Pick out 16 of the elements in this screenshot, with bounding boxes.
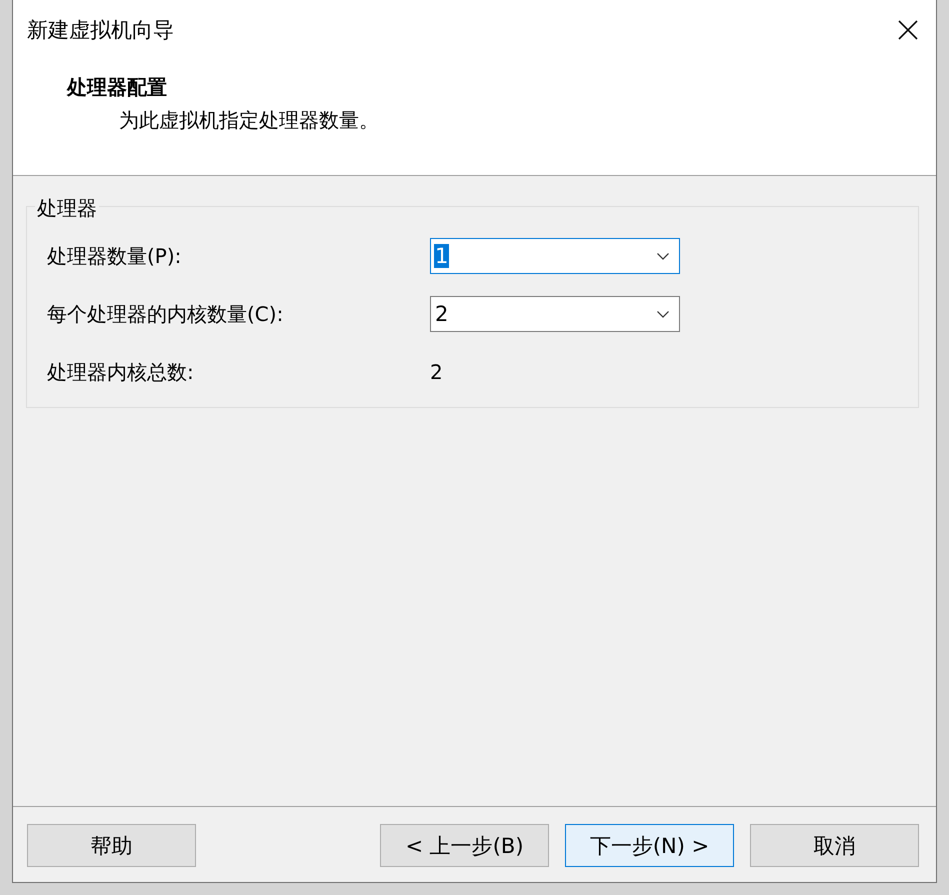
dropdown[interactable]: 1 — [430, 238, 680, 274]
chevron-icon — [657, 252, 669, 260]
dialog-button[interactable]: 帮助 — [27, 824, 196, 867]
dropdown[interactable]: 2 — [430, 296, 680, 332]
close-icon — [898, 20, 918, 40]
field-value: 2 — [430, 360, 443, 384]
field-label: 处理器数量(P): — [47, 242, 182, 270]
dialog-button[interactable]: 取消 — [750, 824, 919, 867]
dialog-button[interactable]: < 上一步(B) — [380, 824, 549, 867]
page-description: 为此虚拟机指定处理器数量。 — [118, 107, 380, 134]
window-title: 新建虚拟机向导 — [27, 17, 174, 44]
dialog-button[interactable]: 下一步(N) > — [565, 824, 734, 867]
page-heading: 处理器配置 — [67, 74, 168, 101]
chevron-icon — [657, 310, 669, 318]
field-label: 处理器内核总数: — [47, 358, 195, 386]
field-label: 每个处理器的内核数量(C): — [47, 300, 284, 328]
